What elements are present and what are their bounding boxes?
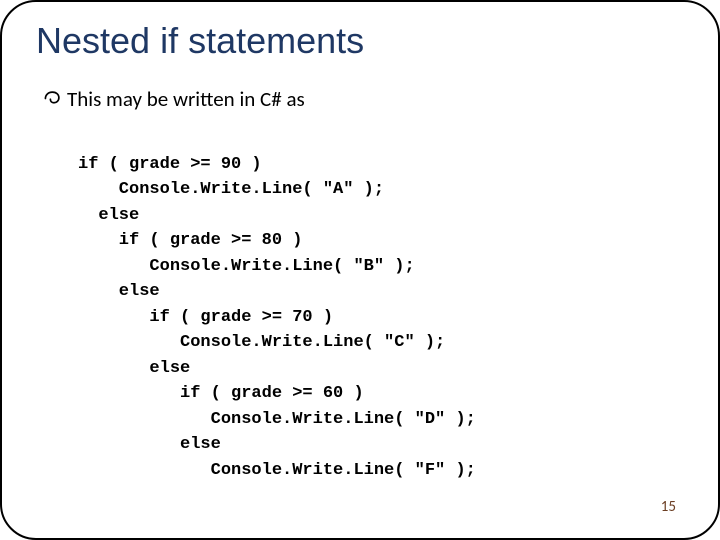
code-line: if ( grade >= 80 ) <box>78 231 302 250</box>
code-line: Console.Write.Line( "C" ); <box>78 333 445 352</box>
slide-title: Nested if statements <box>36 20 684 62</box>
bullet-swirl-icon <box>44 90 61 112</box>
code-line: Console.Write.Line( "A" ); <box>78 180 384 199</box>
code-line: else <box>78 282 160 301</box>
slide-frame: Nested if statements This may be written… <box>0 0 720 540</box>
code-line: Console.Write.Line( "B" ); <box>78 257 415 276</box>
bullet-item-1: This may be written in C# as <box>44 86 684 112</box>
page-number: 15 <box>661 498 676 516</box>
bullet-text-1: This may be written in C# as <box>67 86 305 112</box>
code-line: Console.Write.Line( "D" ); <box>78 410 476 429</box>
code-line: if ( grade >= 60 ) <box>78 384 364 403</box>
code-line: else <box>78 435 221 454</box>
code-line: else <box>78 359 190 378</box>
code-line: Console.Write.Line( "F" ); <box>78 461 476 480</box>
code-line: else <box>78 206 139 225</box>
code-line: if ( grade >= 70 ) <box>78 308 333 327</box>
code-block: if ( grade >= 90 ) Console.Write.Line( "… <box>78 126 684 483</box>
code-line: if ( grade >= 90 ) <box>78 155 262 174</box>
